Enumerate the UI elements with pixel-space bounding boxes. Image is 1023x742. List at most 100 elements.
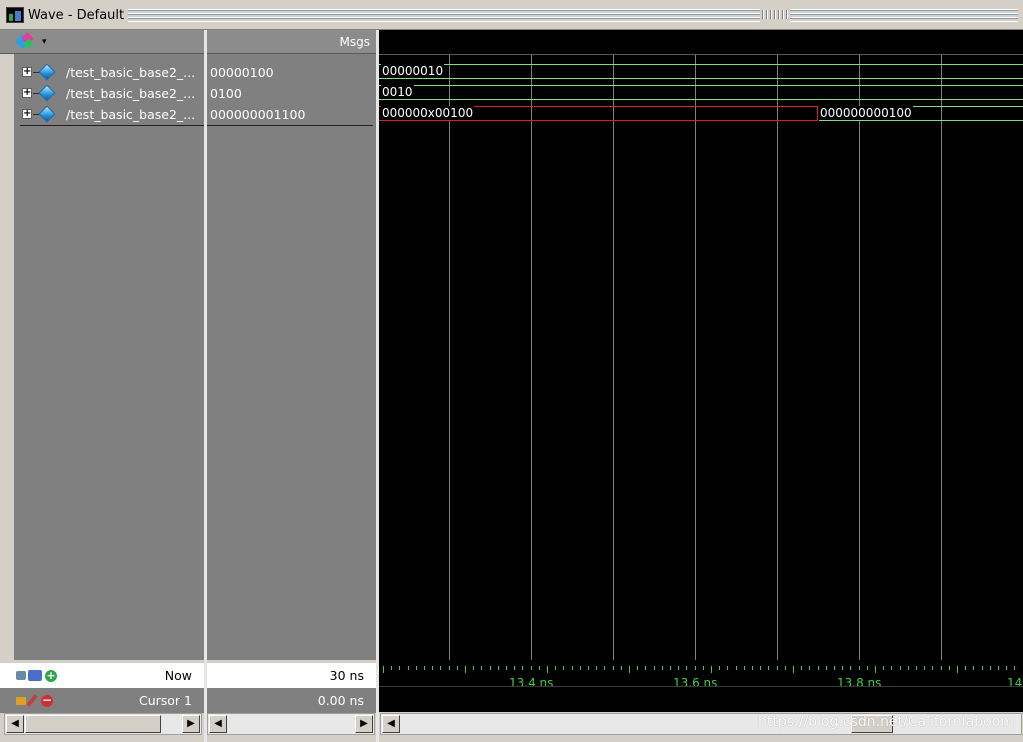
signal-name[interactable]: /test_basic_base2_... <box>66 86 195 101</box>
time-tick <box>481 666 482 670</box>
time-tick <box>637 666 638 670</box>
time-tick <box>498 666 499 670</box>
signal-row[interactable]: + /test_basic_base2_... <box>0 62 204 83</box>
title-bar-drag-handle[interactable] <box>760 6 790 23</box>
time-tick <box>563 666 564 670</box>
bus-value-label: 0010 <box>381 85 414 99</box>
signal-name[interactable]: /test_basic_base2_... <box>66 107 195 122</box>
time-tick <box>998 666 999 670</box>
time-tick <box>572 666 573 670</box>
time-tick <box>809 666 810 670</box>
signal-value[interactable]: 00000100 <box>210 62 376 83</box>
time-tick <box>531 666 532 670</box>
time-tick <box>818 666 819 670</box>
scroll-left-button[interactable]: ◀ <box>209 715 227 733</box>
lock-icon[interactable] <box>16 697 26 705</box>
scroll-right-button[interactable]: ▶ <box>355 715 373 733</box>
scroll-left-button[interactable]: ◀ <box>382 715 400 733</box>
time-tick <box>695 666 696 670</box>
time-tick <box>654 666 655 670</box>
time-tick <box>604 666 605 670</box>
time-tick <box>662 666 663 670</box>
grid-line <box>531 55 532 660</box>
time-tick <box>613 666 614 670</box>
wrench-icon[interactable] <box>26 694 38 707</box>
time-tick <box>990 666 991 670</box>
time-tick <box>465 666 466 673</box>
time-tick <box>580 666 581 670</box>
expand-icon[interactable]: + <box>22 109 32 119</box>
remove-cursor-icon[interactable]: − <box>41 694 53 707</box>
time-tick <box>957 666 958 673</box>
wave-signals-icon[interactable] <box>14 32 37 50</box>
signal-value[interactable]: 0100 <box>210 83 376 104</box>
time-axis-label: 13.6 ns <box>673 676 718 690</box>
signal-names-pane: ▾ + /test_basic_base2_... + /test_basic_… <box>0 30 204 660</box>
time-tick <box>514 666 515 670</box>
time-tick <box>555 666 556 670</box>
title-bar-grip-lines[interactable] <box>128 9 1018 22</box>
time-tick <box>703 666 704 670</box>
time-axis-label: 13.4 ns <box>509 676 554 690</box>
time-tick <box>416 666 417 670</box>
time-tick <box>588 666 589 670</box>
scrollbar-thumb[interactable] <box>25 715 161 733</box>
signal-row[interactable]: + /test_basic_base2_... <box>0 104 204 125</box>
time-tick <box>850 666 851 670</box>
bus-value-label: 000000x00100 <box>381 106 475 120</box>
time-tick <box>768 666 769 670</box>
signal-value[interactable]: 000000001100 <box>210 104 376 125</box>
signal-values-pane: Msgs 00000100 0100 000000001100 <box>207 30 376 660</box>
now-value: 30 ns <box>329 668 364 683</box>
time-tick <box>678 666 679 670</box>
selection-underline <box>207 125 373 126</box>
time-axis-label: 14 <box>1007 676 1023 690</box>
time-axis-separator <box>379 686 1023 687</box>
waveform-area[interactable]: 00000010 0010 000000x00100 000000000100 <box>379 30 1023 660</box>
time-tick <box>686 666 687 670</box>
time-tick <box>1006 666 1007 670</box>
time-tick <box>473 666 474 670</box>
cursor-label[interactable]: Cursor 1 <box>139 693 192 708</box>
chevron-down-icon[interactable]: ▾ <box>42 37 47 47</box>
time-tick <box>408 666 409 670</box>
now-label: Now <box>164 668 192 683</box>
scroll-right-button[interactable]: ▶ <box>182 715 200 733</box>
time-tick <box>793 666 794 673</box>
time-tick <box>826 666 827 670</box>
expand-icon[interactable]: + <box>22 67 32 77</box>
grid-line <box>449 55 450 660</box>
expand-icon[interactable]: + <box>22 88 32 98</box>
time-tick <box>777 666 778 670</box>
add-cursor-icon[interactable]: + <box>45 670 57 682</box>
names-horizontal-scrollbar[interactable]: ◀ ▶ <box>4 713 202 735</box>
scroll-left-button[interactable]: ◀ <box>6 715 24 733</box>
names-pane-gutter <box>0 54 14 660</box>
time-axis[interactable]: 13.4 ns 13.6 ns 13.8 ns 14 <box>379 660 1023 712</box>
time-tick <box>916 666 917 670</box>
time-axis-label: 13.8 ns <box>837 676 882 690</box>
cursor-row-label: − Cursor 1 <box>0 688 204 713</box>
time-tick <box>621 666 622 670</box>
cursor-value[interactable]: 0.00 ns <box>318 693 364 708</box>
cursor-icon[interactable] <box>16 671 26 680</box>
time-tick <box>1014 666 1015 670</box>
bus-trace-top <box>379 85 1023 86</box>
monitor-icon[interactable] <box>28 670 42 681</box>
signal-name[interactable]: /test_basic_base2_... <box>66 65 195 80</box>
msgs-column-label: Msgs <box>339 35 370 49</box>
bus-trace-bottom <box>819 120 1023 121</box>
time-tick <box>719 666 720 670</box>
grid-line <box>613 55 614 660</box>
time-tick <box>834 666 835 670</box>
time-tick <box>744 666 745 670</box>
time-tick <box>842 666 843 670</box>
time-tick <box>547 666 548 673</box>
signal-row[interactable]: + /test_basic_base2_... <box>0 83 204 104</box>
bus-trace-bottom-unknown <box>379 120 817 121</box>
time-tick <box>399 666 400 670</box>
values-horizontal-scrollbar[interactable]: ◀ ▶ <box>207 713 375 735</box>
time-tick <box>522 666 523 670</box>
wave-header-line <box>379 54 1023 55</box>
time-tick <box>883 666 884 670</box>
